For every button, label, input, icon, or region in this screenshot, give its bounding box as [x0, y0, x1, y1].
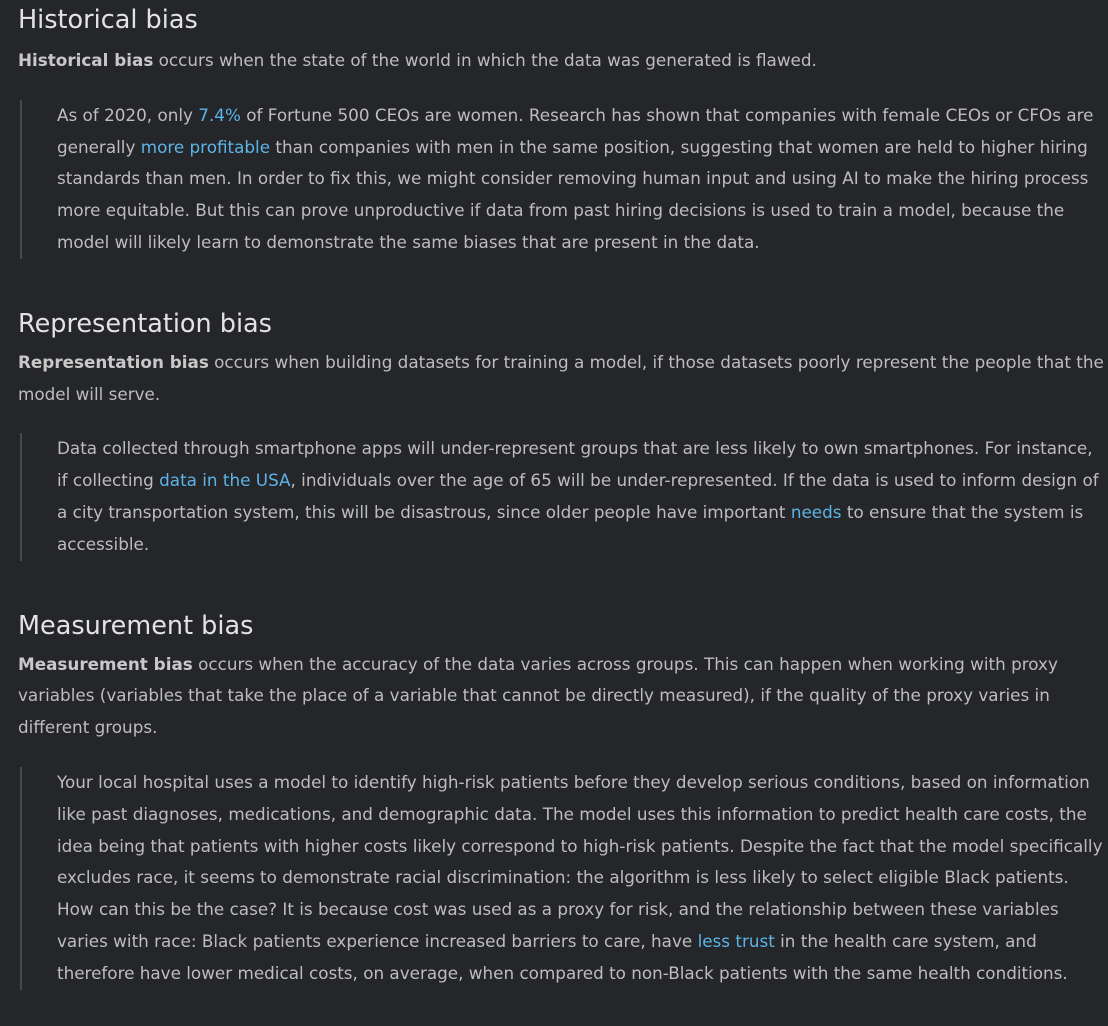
example-blockquote-historical-bias: As of 2020, only 7.4% of Fortune 500 CEO…: [20, 99, 1106, 259]
example-blockquote-representation-bias: Data collected through smartphone apps w…: [20, 433, 1106, 561]
section-title-representation-bias: Representation bias: [18, 308, 272, 339]
example-text-part: Your local hospital uses a model to iden…: [57, 771, 1103, 951]
link-needs[interactable]: needs: [791, 502, 842, 522]
definition-representation-bias: Representation bias occurs when building…: [18, 347, 1106, 411]
definition-historical-bias: Historical bias occurs when the state of…: [18, 45, 1106, 77]
definition-term: Historical bias: [18, 50, 154, 70]
link-7-4-percent[interactable]: 7.4%: [198, 105, 241, 125]
example-text: As of 2020, only 7.4% of Fortune 500 CEO…: [57, 100, 1106, 259]
link-less-trust[interactable]: less trust: [698, 931, 775, 951]
link-data-in-the-usa[interactable]: data in the USA: [159, 470, 290, 490]
section-title-measurement-bias: Measurement bias: [18, 610, 254, 641]
link-more-profitable[interactable]: more profitable: [141, 137, 270, 157]
section-title-historical-bias: Historical bias: [18, 5, 198, 35]
definition-measurement-bias: Measurement bias occurs when the accurac…: [18, 649, 1106, 744]
definition-term: Measurement bias: [18, 653, 193, 674]
definition-text: occurs when the state of the world in wh…: [153, 50, 817, 70]
example-text: Data collected through smartphone apps w…: [57, 433, 1106, 560]
definition-term: Representation bias: [18, 351, 209, 372]
example-text-part: As of 2020, only: [57, 104, 199, 125]
document-body: Historical bias Historical bias occurs w…: [18, 0, 1106, 990]
example-blockquote-measurement-bias: Your local hospital uses a model to iden…: [20, 766, 1106, 990]
example-text: Your local hospital uses a model to iden…: [57, 767, 1106, 990]
